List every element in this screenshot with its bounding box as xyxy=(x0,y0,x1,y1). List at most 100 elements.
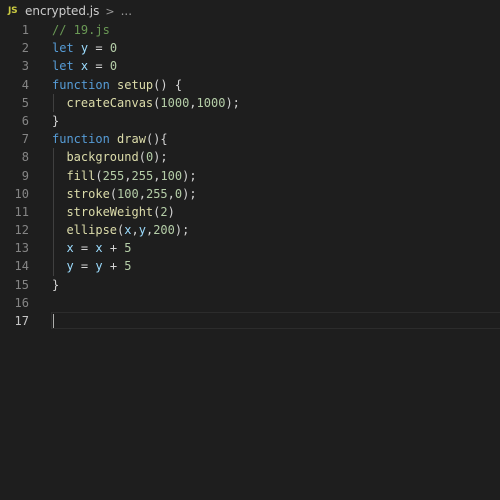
code-text: function draw(){ xyxy=(52,130,168,148)
code-line[interactable]: 14 y = y + 5 xyxy=(0,257,500,276)
code-text: let y = 0 xyxy=(52,39,117,57)
code-token: ); xyxy=(182,186,197,201)
line-number: 2 xyxy=(21,41,29,56)
code-line[interactable]: 6} xyxy=(0,112,500,130)
code-token: } xyxy=(52,277,60,292)
code-line[interactable]: 5 createCanvas(1000,1000); xyxy=(0,93,500,112)
code-token: 255 xyxy=(145,186,168,201)
code-token: ); xyxy=(225,95,240,110)
code-line[interactable]: 1 // 19.js xyxy=(0,21,500,39)
code-token: + xyxy=(102,241,125,256)
code-token: 0 xyxy=(109,41,118,56)
line-number: 15 xyxy=(14,277,29,292)
code-line[interactable]: 4 function setup() { xyxy=(0,76,500,94)
code-token: , xyxy=(131,223,139,238)
code-text: stroke(100,255,0); xyxy=(52,185,197,203)
code-line[interactable]: 12 ellipse(x,y,200); xyxy=(0,221,500,240)
code-token: let xyxy=(52,41,74,56)
line-number: 17 xyxy=(14,314,29,328)
code-text: strokeWeight(2) xyxy=(52,203,175,221)
code-text: function setup() { xyxy=(52,76,182,94)
code-token: // 19.js xyxy=(52,23,110,37)
current-line-highlight xyxy=(51,312,500,329)
code-text: ellipse(x,y,200); xyxy=(52,221,189,239)
code-line[interactable]: 7 function draw(){ xyxy=(0,130,500,148)
code-editor[interactable]: JS encrypted.js > ... 1 // 19.js 2 let y = … xyxy=(0,0,500,500)
line-number: 5 xyxy=(21,95,29,110)
line-number: 16 xyxy=(14,295,29,310)
code-token: function xyxy=(52,132,110,147)
line-number: 10 xyxy=(14,186,29,201)
code-token: 2 xyxy=(160,204,168,219)
line-number: 14 xyxy=(14,259,29,274)
text-cursor xyxy=(53,314,54,328)
code-text: fill(255,255,100); xyxy=(52,167,197,185)
code-token: ); xyxy=(182,168,197,183)
code-token: ( xyxy=(109,186,118,201)
code-token: strokeWeight xyxy=(66,204,154,219)
code-line[interactable]: 11 strokeWeight(2) xyxy=(0,202,500,222)
code-text: background(0); xyxy=(52,148,168,166)
code-token: stroke xyxy=(66,186,110,201)
breadcrumb-file-name[interactable]: encrypted.js xyxy=(25,4,99,18)
code-token: ) xyxy=(167,204,175,219)
code-token: + xyxy=(102,259,125,274)
code-text: createCanvas(1000,1000); xyxy=(52,94,240,112)
code-token: function xyxy=(52,77,110,92)
code-text: y = y + 5 xyxy=(52,257,132,275)
line-number: 7 xyxy=(21,132,29,147)
code-token: ( xyxy=(95,168,103,183)
js-icon: JS xyxy=(8,6,18,16)
code-token: , xyxy=(167,186,175,201)
line-number: 13 xyxy=(14,241,29,256)
code-line[interactable]: 8 background(0); xyxy=(0,148,500,167)
code-line[interactable]: 10 stroke(100,255,0); xyxy=(0,184,500,203)
code-token: 100 xyxy=(117,186,139,201)
code-token: (){ xyxy=(145,132,168,147)
code-lines[interactable]: 1 // 19.js 2 let y = 0 3 let x = 0 4 function s… xyxy=(0,21,500,330)
line-number: 9 xyxy=(21,168,29,183)
code-token: 1000 xyxy=(196,95,226,110)
line-number: 11 xyxy=(14,204,29,219)
code-token: 5 xyxy=(124,259,132,274)
code-line[interactable]: 13 x = x + 5 xyxy=(0,239,500,258)
code-line[interactable]: 16 xyxy=(0,294,500,312)
line-number: 1 xyxy=(21,23,29,37)
code-token: ); xyxy=(174,223,190,238)
code-token: y xyxy=(95,259,103,274)
line-number: 12 xyxy=(14,223,29,238)
line-number: 4 xyxy=(21,77,29,92)
code-line[interactable]: 17 xyxy=(0,312,500,330)
code-token: , xyxy=(138,186,146,201)
code-line[interactable]: 3 let x = 0 xyxy=(0,57,500,75)
code-token: = xyxy=(73,241,96,256)
code-token: ); xyxy=(153,150,168,165)
code-token: ( xyxy=(138,150,146,165)
code-text: // 19.js xyxy=(52,21,110,39)
breadcrumb-more[interactable]: ... xyxy=(121,4,132,18)
code-token: = xyxy=(88,59,110,74)
code-token: 200 xyxy=(153,223,175,238)
code-line[interactable]: 9 fill(255,255,100); xyxy=(0,166,500,185)
code-token: 5 xyxy=(124,241,132,256)
breadcrumb: JS encrypted.js > ... xyxy=(0,0,500,22)
code-token: createCanvas xyxy=(66,95,154,110)
code-token: x xyxy=(95,241,103,256)
code-token: y xyxy=(66,259,74,274)
line-number: 3 xyxy=(21,59,29,74)
code-token: = xyxy=(73,259,96,274)
code-token: = xyxy=(88,41,110,56)
code-token: 100 xyxy=(160,168,183,183)
code-text: } xyxy=(52,276,59,294)
code-line[interactable]: 2 let y = 0 xyxy=(0,39,500,57)
code-line[interactable]: 15} xyxy=(0,276,500,294)
code-token: } xyxy=(52,113,60,128)
